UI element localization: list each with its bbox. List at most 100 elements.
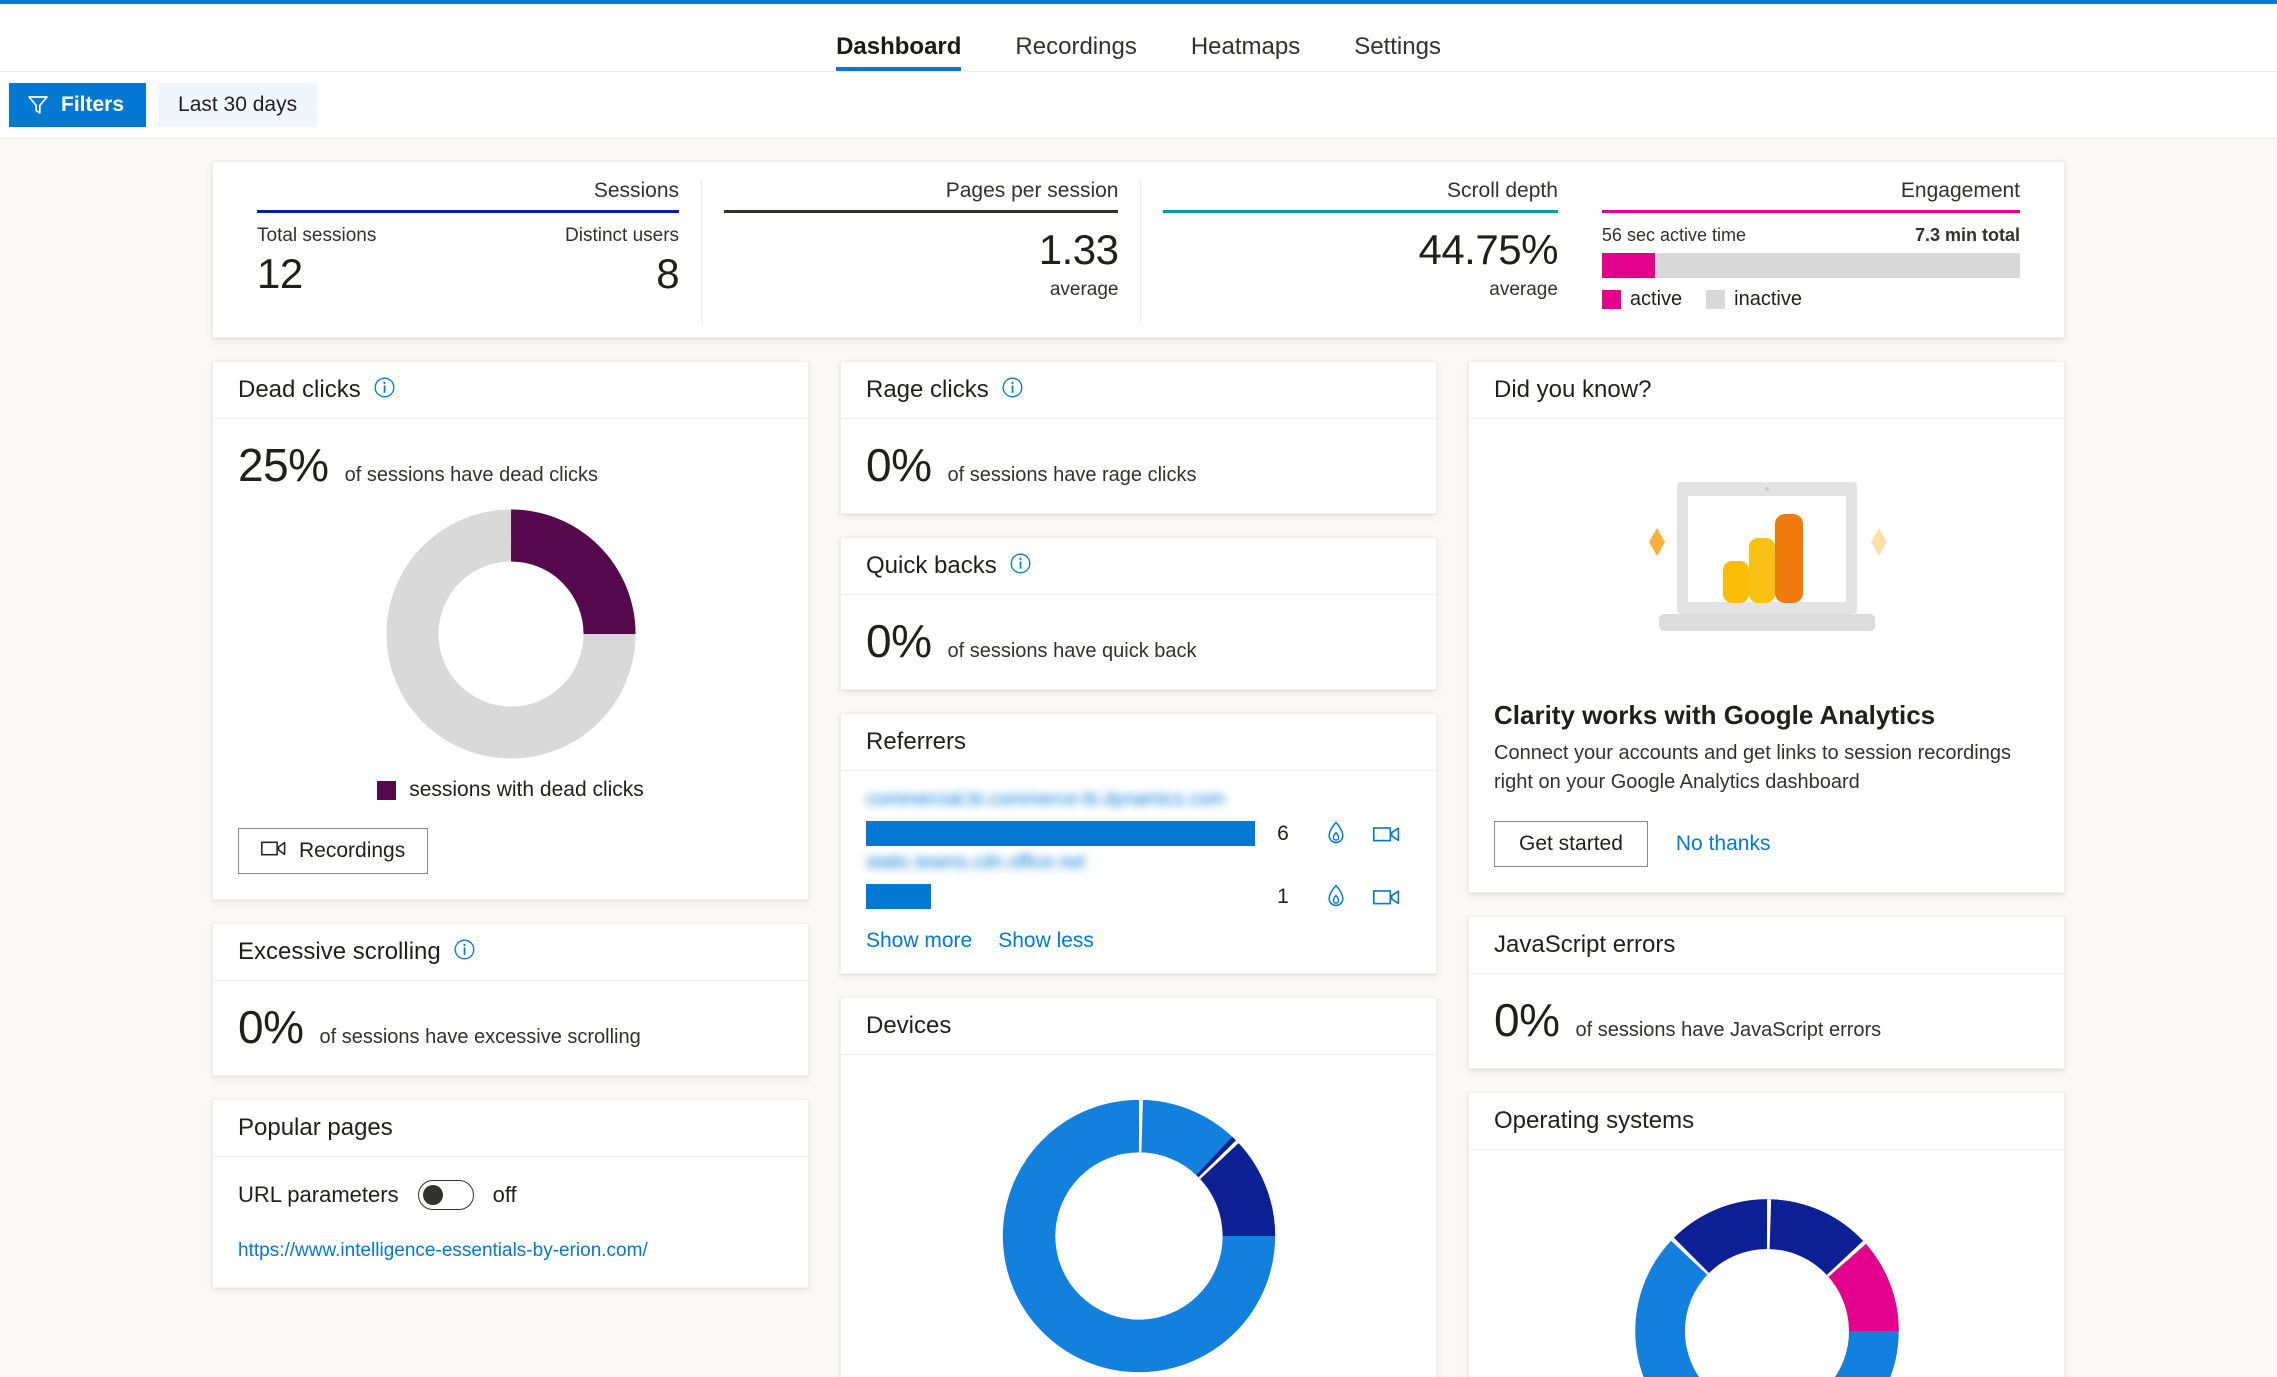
referrer-row: commercial.bi.commerce-bi.dynamics.com 6 [866, 789, 1411, 846]
devices-donut [866, 1091, 1411, 1377]
rage-clicks-percent-text: of sessions have rage clicks [947, 464, 1197, 486]
did-you-know-body: Connect your accounts and get links to s… [1494, 742, 2011, 793]
dead-clicks-legend: sessions with dead clicks [238, 778, 783, 802]
card-rage-clicks-title: Rage clicks [866, 376, 989, 403]
filter-funnel-icon [27, 94, 49, 116]
card-did-you-know-title: Did you know? [1494, 376, 1652, 403]
card-rage-clicks: Rage clicks 0% of sessions have rage cli… [840, 361, 1437, 514]
card-dead-clicks: Dead clicks 25% of sessions have dead cl… [212, 361, 809, 900]
dead-clicks-donut [238, 504, 783, 764]
kpi-engagement-title: Engagement [1900, 179, 2021, 202]
referrer-row: static.teams.cdn.office.net 1 [866, 852, 1411, 909]
card-devices-title: Devices [866, 1012, 952, 1039]
dead-clicks-percent-text: of sessions have dead clicks [344, 464, 599, 486]
dead-clicks-recordings-button[interactable]: Recordings [238, 828, 429, 874]
referrer-bar [866, 884, 931, 909]
url-parameters-toggle[interactable] [417, 1180, 474, 1210]
kpi-pages-per-session-sub: average [1049, 279, 1119, 301]
legend-swatch-active [1601, 290, 1621, 309]
tab-dashboard[interactable]: Dashboard [809, 35, 988, 71]
dashboard-columns: Dead clicks 25% of sessions have dead cl… [212, 361, 2065, 1377]
tab-heatmaps[interactable]: Heatmaps [1164, 35, 1327, 71]
excessive-scrolling-percent: 0% [238, 1001, 304, 1053]
google-analytics-illustration [1494, 442, 2039, 694]
kpi-pages-per-session: Pages per session 1.33 average [701, 180, 1140, 323]
legend-label-active: active [1629, 288, 1683, 310]
kpi-engagement-total-time: 7.3 min total [1914, 225, 2021, 245]
tab-recordings[interactable]: Recordings [988, 35, 1163, 71]
referrer-bar [866, 821, 1255, 846]
card-operating-systems: Operating systems [1468, 1092, 2065, 1377]
recordings-video-icon[interactable] [1361, 825, 1411, 843]
operating-systems-donut [1494, 1190, 2039, 1377]
card-javascript-errors: JavaScript errors 0% of sessions have Ja… [1468, 916, 2065, 1069]
engagement-bar-active-fill [1601, 253, 1656, 278]
dashboard-page: Sessions Total sessions 12 Distinct user… [0, 139, 2277, 1377]
heatmap-flame-icon[interactable] [1311, 884, 1361, 909]
engagement-bar [1601, 253, 2021, 278]
card-dead-clicks-title: Dead clicks [238, 376, 361, 403]
info-icon[interactable] [374, 377, 395, 403]
column-middle: Rage clicks 0% of sessions have rage cli… [840, 361, 1437, 1377]
kpi-engagement-active-time: 56 sec active time [1601, 225, 1746, 245]
date-range-button[interactable]: Last 30 days [158, 83, 318, 127]
engagement-legend: active inactive [1601, 288, 2020, 311]
filters-label: Filters [61, 93, 125, 116]
kpi-engagement: Engagement 56 sec active time 7.3 min to… [1580, 180, 2042, 323]
referrer-url[interactable]: static.teams.cdn.office.net [866, 852, 1411, 876]
filters-button[interactable]: Filters [9, 83, 147, 127]
card-popular-pages-title: Popular pages [238, 1114, 393, 1141]
heatmap-flame-icon[interactable] [1311, 821, 1361, 846]
card-devices: Devices [840, 997, 1437, 1377]
kpi-distinct-users-value: 8 [656, 249, 680, 297]
dead-clicks-recordings-label: Recordings [299, 839, 406, 862]
kpi-sessions: Sessions Total sessions 12 Distinct user… [235, 180, 701, 323]
tab-settings[interactable]: Settings [1327, 35, 1468, 71]
column-left: Dead clicks 25% of sessions have dead cl… [212, 361, 809, 1288]
kpi-pages-per-session-value: 1.33 [1038, 226, 1119, 273]
card-referrers: Referrers commercial.bi.commerce-bi.dyna… [840, 713, 1437, 974]
kpi-scroll-depth: Scroll depth 44.75% average [1140, 180, 1579, 323]
dead-clicks-percent: 25% [238, 439, 329, 491]
filter-toolbar: Filters Last 30 days [0, 72, 2277, 139]
card-quick-backs-title: Quick backs [866, 552, 997, 579]
get-started-button[interactable]: Get started [1494, 821, 1648, 867]
card-excessive-scrolling: Excessive scrolling 0% of sessions have … [212, 923, 809, 1076]
kpi-total-sessions-label: Total sessions [257, 225, 377, 246]
referrer-url[interactable]: commercial.bi.commerce-bi.dynamics.com [866, 789, 1411, 813]
did-you-know-heading: Clarity works with Google Analytics [1494, 700, 1936, 730]
no-thanks-link[interactable]: No thanks [1676, 832, 1771, 856]
rage-clicks-percent: 0% [866, 439, 932, 491]
legend-label-inactive: inactive [1734, 288, 1802, 310]
legend-swatch-dead-clicks [377, 780, 397, 800]
main-navigation: Dashboard Recordings Heatmaps Settings [0, 4, 2277, 72]
legend-swatch-inactive [1706, 290, 1726, 309]
recordings-video-icon[interactable] [1361, 888, 1411, 906]
quick-backs-percent: 0% [866, 615, 932, 667]
referrer-count: 1 [1277, 884, 1289, 908]
url-parameters-label: URL parameters [238, 1182, 399, 1207]
kpi-summary-strip: Sessions Total sessions 12 Distinct user… [212, 161, 2065, 338]
popular-page-url[interactable]: https://www.intelligence-essentials-by-e… [238, 1240, 783, 1262]
card-operating-systems-title: Operating systems [1494, 1107, 1695, 1134]
show-more-link[interactable]: Show more [866, 929, 972, 953]
show-less-link[interactable]: Show less [998, 929, 1094, 953]
column-right: Did you know? Clarity works with Google … [1468, 361, 2065, 1377]
referrer-count: 6 [1277, 821, 1289, 845]
kpi-scroll-depth-value: 44.75% [1418, 226, 1558, 273]
excessive-scrolling-percent-text: of sessions have excessive scrolling [319, 1026, 641, 1048]
card-popular-pages: Popular pages URL parameters off https:/… [212, 1099, 809, 1288]
toggle-knob [422, 1185, 443, 1205]
info-icon[interactable] [1010, 553, 1031, 579]
javascript-errors-percent-text: of sessions have JavaScript errors [1575, 1019, 1882, 1041]
kpi-distinct-users-label: Distinct users [565, 225, 680, 246]
info-icon[interactable] [454, 939, 475, 965]
card-referrers-title: Referrers [866, 728, 967, 755]
kpi-scroll-depth-sub: average [1489, 279, 1558, 301]
info-icon[interactable] [1002, 377, 1023, 403]
card-excessive-scrolling-title: Excessive scrolling [238, 938, 441, 965]
kpi-pages-per-session-title: Pages per session [945, 179, 1119, 202]
javascript-errors-percent: 0% [1494, 994, 1560, 1046]
kpi-sessions-title: Sessions [593, 179, 680, 202]
kpi-total-sessions-value: 12 [257, 249, 303, 297]
